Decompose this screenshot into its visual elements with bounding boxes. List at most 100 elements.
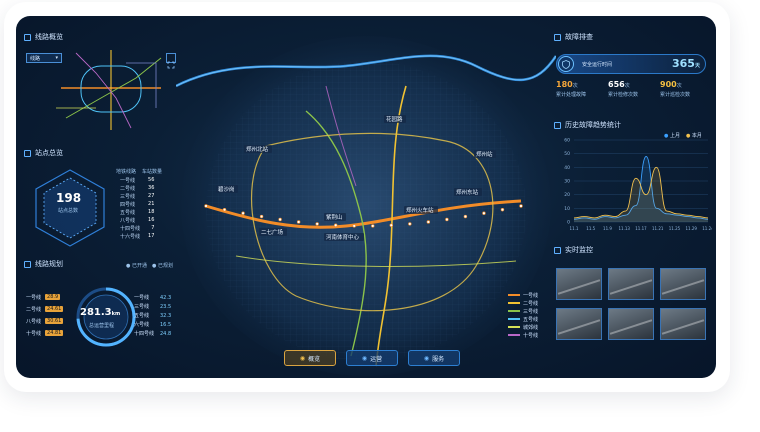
line-overview-title: 线路概览 — [24, 32, 63, 42]
plan-left-item[interactable]: 一号线 28.9 — [26, 291, 63, 303]
map-station-dot[interactable] — [408, 222, 412, 226]
map-legend-item[interactable]: 五号线 — [508, 315, 538, 323]
panel-title-icon — [24, 260, 31, 268]
plan-right-item[interactable]: 十四号线 24.8 — [134, 329, 171, 338]
plan-right-item[interactable]: 一号线 42.3 — [134, 293, 171, 302]
table-row[interactable]: 十四号线 7 — [112, 224, 158, 232]
map-station-dot[interactable] — [259, 214, 264, 219]
mini-metro-map[interactable] — [56, 48, 166, 132]
map-station-label[interactable]: 郑州火车站 — [406, 206, 434, 214]
station-total-value: 198 — [56, 191, 82, 205]
y-tick-label: 60 — [564, 138, 570, 144]
y-tick-label: 40 — [564, 165, 570, 171]
map-station-dot[interactable] — [463, 214, 468, 219]
camera-feed-6[interactable] — [660, 308, 706, 340]
dashboard-screen: 碧沙岗 二七广场 紫荆山 郑州东站 郑州火车站 河南体育中心 郑州北站 花园路 郑州站 一号线二… — [16, 16, 716, 378]
station-total-label: 站点总数 — [58, 208, 79, 214]
nav-button-2[interactable]: ◉ 服务 — [408, 350, 460, 366]
map-station-dot[interactable] — [241, 211, 245, 215]
legend-swatch — [508, 310, 520, 312]
map-station-dot[interactable] — [204, 204, 208, 208]
table-row[interactable]: 五号线 18 — [112, 208, 158, 216]
expand-icon[interactable] — [166, 53, 176, 69]
map-station-dot[interactable] — [500, 207, 505, 212]
map-station-label[interactable]: 郑州东站 — [456, 188, 479, 196]
map-station-dot[interactable] — [296, 220, 301, 224]
camera-feed-1[interactable] — [556, 268, 602, 300]
y-tick-label: 30 — [564, 179, 570, 185]
table-row[interactable]: 一号线 56 — [112, 176, 158, 184]
fault-stat: 180次 累计处理故障 — [556, 80, 587, 98]
camera-feed-5[interactable] — [608, 308, 654, 340]
map-station-dot[interactable] — [278, 217, 282, 222]
plan-right-item[interactable]: 五号线 32.3 — [134, 311, 171, 320]
map-station-label[interactable]: 郑州站 — [476, 150, 493, 158]
panel-title-icon — [554, 33, 561, 41]
map-station-dot[interactable] — [352, 224, 356, 228]
col-count-header: 车站数量 — [142, 169, 163, 175]
map-station-dot[interactable] — [334, 223, 338, 227]
plan-left-list: 一号线 28.9 二号线 24.61 八号线 30.61 十号线 24.81 — [26, 291, 64, 339]
camera-feed-4[interactable] — [556, 308, 602, 340]
map-station-label[interactable]: 河南体育中心 — [326, 233, 360, 241]
nav-icon: ◉ — [361, 354, 368, 362]
map-legend-item[interactable]: 二号线 — [508, 299, 538, 307]
map-station-dot[interactable] — [315, 222, 319, 226]
nav-icon: ◉ — [423, 354, 430, 362]
map-station-dot[interactable] — [426, 220, 431, 224]
y-tick-label: 10 — [564, 206, 570, 212]
metro-map[interactable]: 碧沙岗二七广场 紫荆山 郑州东站郑州火车站河南体育中心 郑州北站 花园路郑州站 — [176, 16, 556, 378]
x-tick-label: 11.5 — [586, 226, 595, 231]
x-tick-label: 11.1 — [570, 226, 579, 231]
map-station-label[interactable]: 花园路 — [386, 115, 403, 123]
panel-title-icon — [554, 121, 561, 129]
table-row[interactable]: 十六号线 17 — [112, 232, 158, 240]
legend-swatch — [508, 318, 520, 320]
map-legend-item[interactable]: 一号线 — [508, 291, 538, 299]
map-station-dot[interactable] — [371, 224, 375, 228]
map-station-dot[interactable] — [389, 223, 393, 227]
plan-left-item[interactable]: 二号线 24.61 — [26, 303, 64, 315]
x-tick-label: 11.17 — [635, 226, 647, 231]
trend-chart[interactable]: 0 10 20 30 40 50 60 11.1 11.5 11.9 11.13 11.17 11.21… — [552, 134, 712, 234]
shield-icon — [558, 56, 574, 72]
plan-right-list: 一号线 42.3 三号线 23.5 五号线 32.3 六号线 16.5 十四号线 24.8 — [134, 293, 171, 338]
table-row[interactable]: 三号线 27 — [112, 192, 158, 200]
camera-feed-3[interactable] — [660, 268, 706, 300]
x-tick-label: 11.9 — [603, 226, 612, 231]
map-station-dot[interactable] — [519, 204, 523, 208]
legend-swatch — [508, 326, 520, 328]
legend-swatch — [508, 294, 520, 296]
nav-icon: ◉ — [299, 354, 306, 362]
plan-left-item[interactable]: 十号线 24.81 — [26, 327, 64, 339]
mileage-label: 总运营里程 — [89, 323, 115, 329]
y-tick-label: 0 — [567, 220, 570, 226]
nav-button-1[interactable]: ◉ 运营 — [346, 350, 398, 366]
plan-left-item[interactable]: 八号线 30.61 — [26, 315, 64, 327]
map-station-label[interactable]: 碧沙岗 — [218, 185, 235, 193]
map-station-label[interactable]: 紫荆山 — [326, 213, 343, 221]
y-tick-label: 50 — [564, 151, 570, 157]
col-line-header: 地铁线路 — [116, 169, 137, 175]
nav-button-0[interactable]: ◉ 概览 — [284, 350, 336, 366]
trend-title: 历史故障趋势统计 — [554, 120, 621, 130]
table-row[interactable]: 二号线 36 — [112, 184, 158, 192]
legend-swatch — [508, 302, 520, 304]
panel-title-icon — [554, 246, 561, 254]
map-legend-item[interactable]: 十号线 — [508, 331, 538, 339]
monitor-title: 实时监控 — [554, 245, 593, 255]
map-station-dot[interactable] — [482, 211, 486, 215]
fault-stat: 656次 累计检修次数 — [608, 80, 639, 98]
y-tick-label: 20 — [564, 192, 570, 198]
camera-feed-2[interactable] — [608, 268, 654, 300]
map-station-label[interactable]: 二七广场 — [261, 228, 284, 236]
map-station-dot[interactable] — [222, 207, 227, 212]
map-station-label[interactable]: 郑州北站 — [246, 145, 269, 153]
table-row[interactable]: 四号线 21 — [112, 200, 158, 208]
plan-right-item[interactable]: 三号线 23.5 — [134, 302, 171, 311]
plan-right-item[interactable]: 六号线 16.5 — [134, 320, 171, 329]
map-legend-item[interactable]: 城郊线 — [508, 323, 538, 331]
map-legend-item[interactable]: 三号线 — [508, 307, 538, 315]
map-station-dot[interactable] — [445, 217, 449, 222]
table-row[interactable]: 八号线 16 — [112, 216, 158, 224]
